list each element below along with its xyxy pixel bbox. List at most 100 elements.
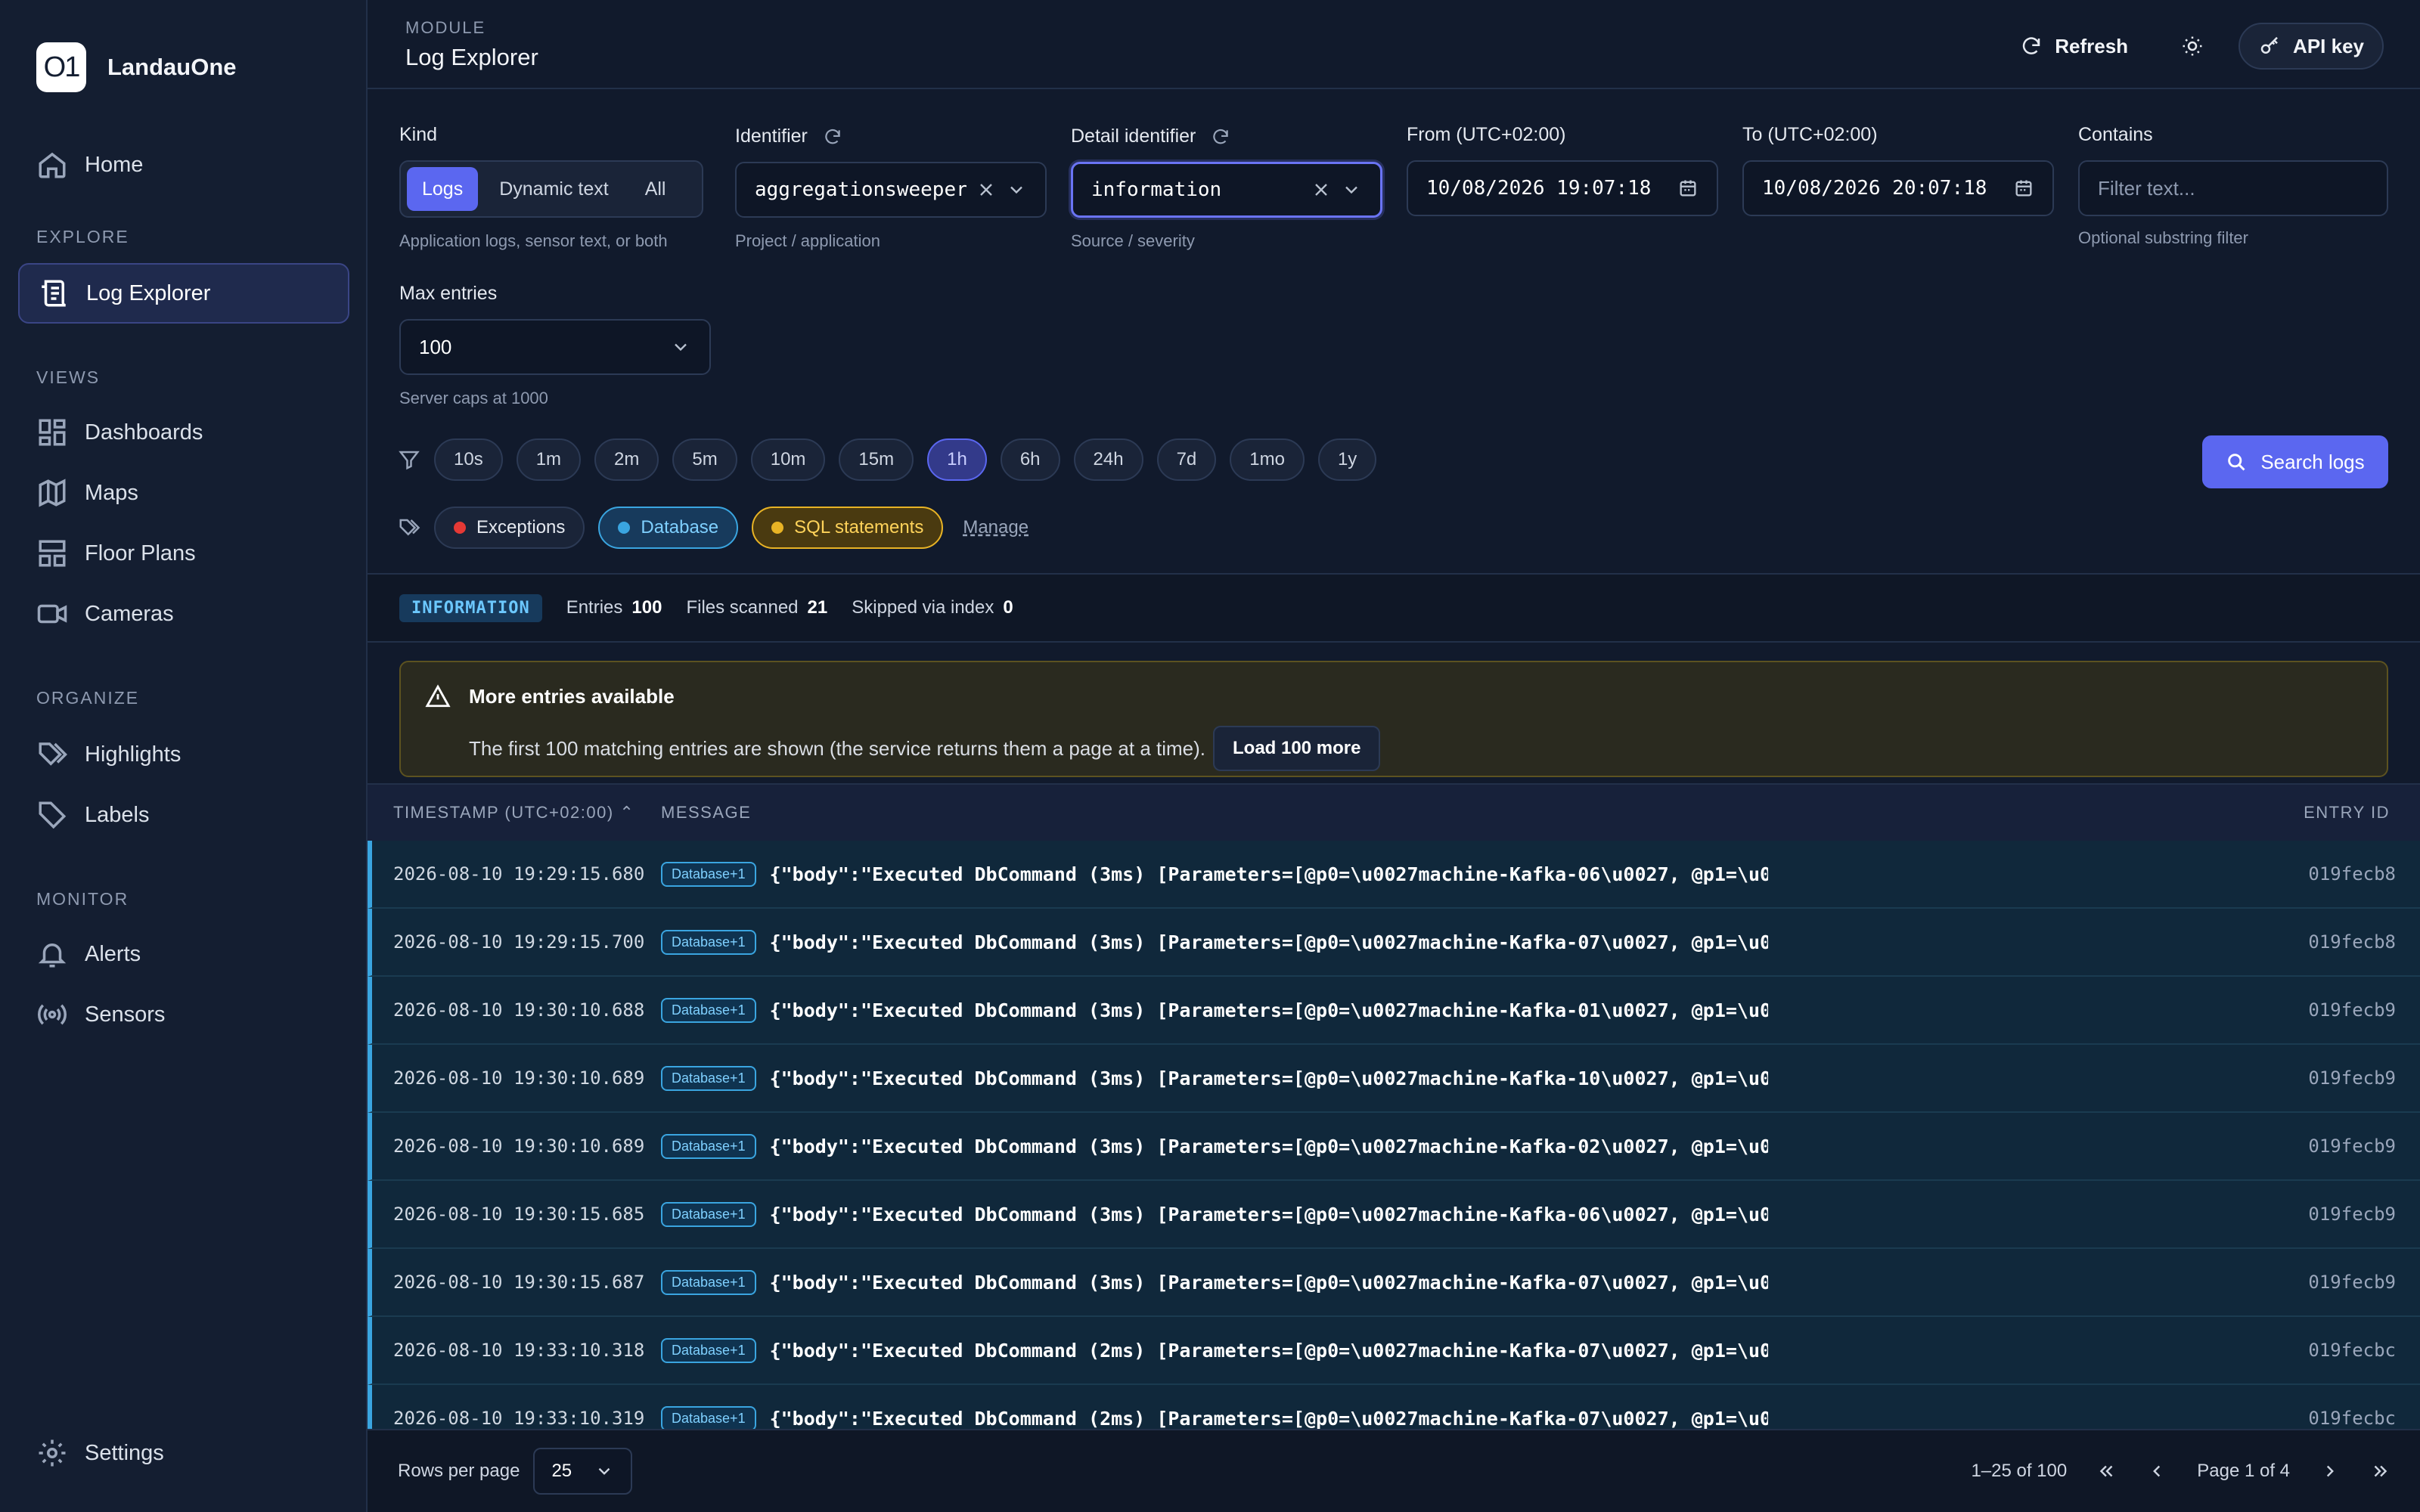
sidebar-item-dashboards[interactable]: Dashboards	[18, 402, 349, 463]
nav-section-organize: ORGANIZE	[36, 688, 140, 708]
quick-range-10s[interactable]: 10s	[434, 438, 503, 481]
row-message-text: {"body":"Executed DbCommand (2ms) [Param…	[769, 1407, 1768, 1430]
kind-option-dynamic-text[interactable]: Dynamic text	[484, 167, 623, 211]
quick-range-15m[interactable]: 15m	[839, 438, 914, 481]
row-timestamp: 2026-08-10 19:30:10.689	[393, 1067, 645, 1089]
sidebar-item-label: Alerts	[85, 941, 141, 966]
highlight-dot	[454, 522, 466, 534]
pagination-footer: Rows per page 25 1–25 of 100 Page 1 of 4	[368, 1429, 2420, 1512]
contains-input[interactable]: Filter text...	[2078, 160, 2388, 216]
sidebar-item-settings[interactable]: Settings	[18, 1423, 349, 1483]
highlight-chip-sql-statements[interactable]: SQL statements	[752, 507, 944, 549]
row-highlight-tag: Database+1	[661, 1269, 756, 1295]
column-header-entry-id: ENTRY ID	[2304, 803, 2390, 822]
highlight-label: SQL statements	[794, 517, 924, 538]
quick-range-24h[interactable]: 24h	[1073, 438, 1143, 481]
warning-icon	[425, 684, 451, 708]
sidebar-item-labels[interactable]: Labels	[18, 785, 349, 845]
module-label: MODULE	[405, 18, 486, 37]
rows-per-page-select[interactable]: 25	[533, 1448, 633, 1495]
next-page-icon[interactable]	[2320, 1461, 2340, 1481]
table-row[interactable]: 2026-08-10 19:30:15.687 Database+1 {"body"…	[368, 1249, 2420, 1317]
last-page-icon[interactable]	[2370, 1461, 2390, 1481]
kind-segmented-control: Logs Dynamic text All	[399, 160, 703, 218]
banner-title: More entries available	[469, 685, 675, 708]
identifier-select[interactable]: aggregationsweepers	[735, 162, 1047, 218]
entries-value: 100	[631, 597, 662, 618]
row-message: Database+1 {"body":"Executed DbCommand (2…	[661, 1405, 2269, 1431]
quick-range-6h[interactable]: 6h	[1000, 438, 1060, 481]
row-message: Database+1 {"body":"Executed DbCommand (3…	[661, 1269, 2269, 1295]
quick-range-10m[interactable]: 10m	[750, 438, 826, 481]
identifier-value: aggregationsweepers	[755, 178, 966, 201]
quick-range-2m[interactable]: 2m	[594, 438, 659, 481]
clear-icon[interactable]	[976, 179, 997, 200]
refresh-icon[interactable]	[1211, 127, 1230, 147]
sidebar-item-highlights[interactable]: Highlights	[18, 724, 349, 785]
prev-page-icon[interactable]	[2147, 1461, 2167, 1481]
kind-option-logs[interactable]: Logs	[407, 167, 479, 211]
sidebar-item-home[interactable]: Home	[18, 135, 349, 195]
quick-range-1y[interactable]: 1y	[1317, 438, 1377, 481]
quick-range-1mo[interactable]: 1mo	[1230, 438, 1305, 481]
table-row[interactable]: 2026-08-10 19:29:15.700 Database+1 {"body"…	[368, 909, 2420, 977]
sidebar-item-cameras[interactable]: Cameras	[18, 584, 349, 644]
max-entries-select[interactable]: 100	[399, 319, 711, 375]
to-datetime-input[interactable]: 10/08/2026 20:07:18	[1742, 160, 2054, 216]
table-row[interactable]: 2026-08-10 19:30:10.689 Database+1 {"body"…	[368, 1113, 2420, 1181]
table-row[interactable]: 2026-08-10 19:33:10.318 Database+1 {"body"…	[368, 1317, 2420, 1385]
sidebar-item-floor-plans[interactable]: Floor Plans	[18, 523, 349, 584]
refresh-icon[interactable]	[823, 127, 842, 147]
from-datetime-input[interactable]: 10/08/2026 19:07:18	[1407, 160, 1718, 216]
highlight-label: Exceptions	[476, 517, 566, 538]
row-entry-id: 019fecb9	[2308, 999, 2396, 1021]
theme-toggle-button[interactable]	[2163, 23, 2222, 70]
severity-badge: INFORMATION	[399, 593, 542, 622]
refresh-button[interactable]: Refresh	[2002, 23, 2146, 70]
clear-icon[interactable]	[1311, 179, 1332, 200]
log-explorer-icon	[42, 280, 67, 307]
sidebar-item-log-explorer[interactable]: Log Explorer	[18, 263, 349, 324]
detail-identifier-label: Detail identifier	[1071, 125, 1230, 147]
table-row[interactable]: 2026-08-10 19:30:15.685 Database+1 {"body"…	[368, 1181, 2420, 1249]
column-header-timestamp[interactable]: TIMESTAMP (UTC+02:00) ⌃	[368, 803, 661, 823]
calendar-icon[interactable]	[2013, 178, 2034, 199]
top-actions: Refresh API key	[2002, 23, 2384, 70]
quick-range-1m[interactable]: 1m	[516, 438, 582, 481]
search-logs-button[interactable]: Search logs	[2202, 435, 2388, 488]
highlight-chip-exceptions[interactable]: Exceptions	[434, 507, 585, 549]
sidebar-item-alerts[interactable]: Alerts	[18, 924, 349, 984]
calendar-icon[interactable]	[1677, 178, 1699, 199]
row-message: Database+1 {"body":"Executed DbCommand (3…	[661, 929, 2269, 955]
kind-option-all[interactable]: All	[630, 167, 681, 211]
first-page-icon[interactable]	[2097, 1461, 2117, 1481]
load-more-button[interactable]: Load 100 more	[1213, 726, 1381, 771]
api-key-label: API key	[2293, 34, 2364, 57]
table-row[interactable]: 2026-08-10 19:29:15.680 Database+1 {"body"…	[368, 841, 2420, 909]
row-message-text: {"body":"Executed DbCommand (3ms) [Param…	[769, 1135, 1768, 1157]
table-row[interactable]: 2026-08-10 19:30:10.688 Database+1 {"body"…	[368, 977, 2420, 1045]
sidebar-item-maps[interactable]: Maps	[18, 463, 349, 523]
detail-identifier-select[interactable]: information	[1071, 162, 1382, 218]
row-highlight-tag: Database+1	[661, 1405, 756, 1431]
row-timestamp: 2026-08-10 19:33:10.318	[393, 1340, 645, 1361]
sidebar-item-sensors[interactable]: Sensors	[18, 984, 349, 1045]
quick-range-5m[interactable]: 5m	[672, 438, 737, 481]
brand[interactable]: O1 LandauOne	[36, 42, 237, 92]
detail-identifier-value: information	[1091, 178, 1222, 201]
highlight-tags-icon	[399, 519, 420, 536]
quick-range-1h[interactable]: 1h	[927, 438, 987, 481]
row-highlight-tag: Database+1	[661, 929, 756, 955]
highlights-row: Exceptions Database SQL statements Manag…	[398, 507, 1028, 549]
identifier-label: Identifier	[735, 125, 842, 147]
manage-highlights-link[interactable]: Manage	[963, 517, 1028, 538]
sort-asc-icon: ⌃	[619, 803, 635, 822]
chevron-down-icon	[675, 343, 687, 352]
quick-range-7d[interactable]: 7d	[1156, 438, 1217, 481]
map-icon	[39, 479, 66, 507]
highlight-label: Database	[641, 517, 719, 538]
api-key-button[interactable]: API key	[2238, 23, 2384, 70]
table-row[interactable]: 2026-08-10 19:30:10.689 Database+1 {"body"…	[368, 1045, 2420, 1113]
highlight-chip-database[interactable]: Database	[598, 507, 739, 549]
row-highlight-tag: Database+1	[661, 1133, 756, 1159]
